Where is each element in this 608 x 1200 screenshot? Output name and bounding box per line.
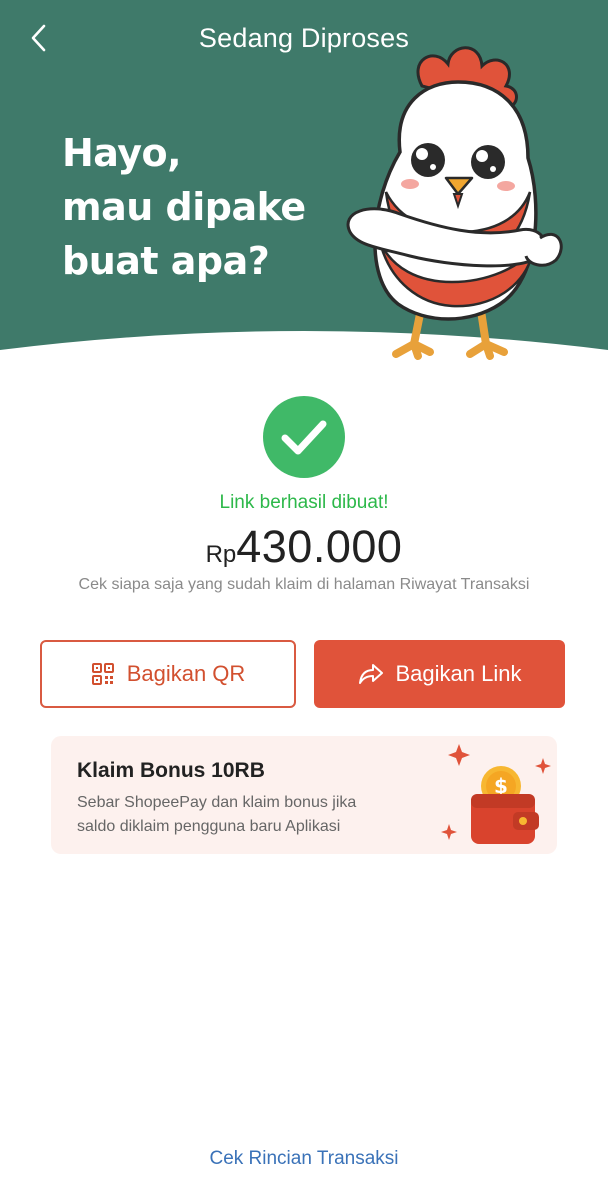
check-circle-icon	[263, 396, 345, 478]
headline-line-1: Hayo,	[62, 131, 182, 175]
bonus-description-line-2: saldo diklaim pengguna baru Aplikasi	[77, 818, 341, 835]
headline-line-3: buat apa?	[62, 239, 270, 283]
history-hint: Cek siapa saja yang sudah klaim di halam…	[78, 576, 530, 593]
share-link-label: Bagikan Link	[395, 661, 522, 686]
share-qr-button[interactable]: Bagikan QR	[40, 640, 296, 708]
bonus-card[interactable]: Klaim Bonus 10RB Sebar ShopeePay dan kla…	[51, 736, 557, 854]
bonus-title: Klaim Bonus 10RB	[77, 759, 265, 782]
currency-label: Rp	[205, 541, 237, 568]
share-qr-label: Bagikan QR	[126, 661, 246, 686]
bonus-description-line-1: Sebar ShopeePay dan klaim bonus jika	[77, 794, 357, 811]
wallet-coin-icon: $	[441, 744, 551, 844]
amount-value: 430.000	[236, 521, 403, 572]
share-arrow-icon	[358, 662, 384, 686]
share-link-button[interactable]: Bagikan Link	[314, 640, 565, 708]
bonus-description: Sebar ShopeePay dan klaim bonus jika sal…	[77, 791, 437, 839]
header-banner: Sedang Diproses Hayo, mau dipake buat ap…	[0, 0, 608, 372]
headline-line-2: mau dipake	[62, 185, 306, 229]
qr-code-icon	[91, 662, 115, 686]
transaction-details-link[interactable]: Cek Rincian Transaksi	[0, 1144, 608, 1174]
headline: Hayo, mau dipake buat apa?	[62, 126, 362, 288]
chicken-mascot-illustration	[346, 46, 563, 360]
status-message: Link berhasil dibuat!	[219, 492, 389, 513]
